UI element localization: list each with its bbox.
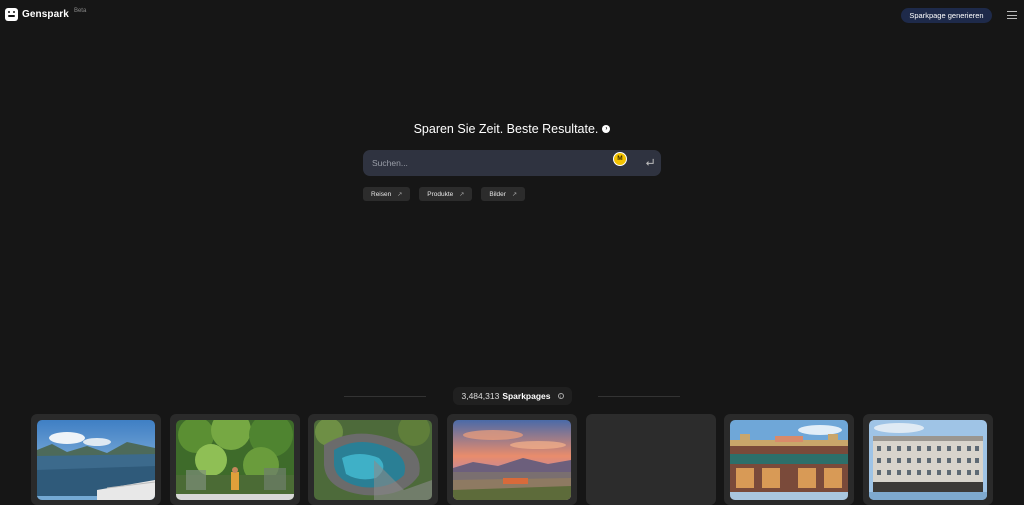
lake-mountains-image [37,420,155,500]
blue-cenote-image [314,420,432,500]
arrow-up-right-icon: ↗ [459,191,465,198]
arrow-right-circle-icon[interactable]: › [602,125,611,133]
suggestion-chips: Reisen ↗ Produkte ↗ Bilder ↗ [363,187,525,201]
counter-label: Sparkpages [502,391,551,401]
generate-sparkpage-button[interactable]: Sparkpage generieren [901,8,992,23]
arrow-up-right-icon: ↗ [511,191,517,198]
sparkpage-card[interactable] [447,414,577,505]
search-box: M [363,150,661,176]
divider-right [598,396,680,397]
chip-produkte[interactable]: Produkte ↗ [419,187,473,201]
grand-hotel-image [869,420,987,500]
sparkpage-card-loading[interactable] [586,414,716,505]
chip-label: Reisen [371,190,392,198]
jungle-temple-image [176,420,294,500]
tagline-text: Sparen Sie Zeit. Beste Resultate. [413,122,599,136]
chip-label: Produkte [427,190,454,198]
sparkpage-card[interactable] [724,414,854,505]
counter-value: 3,484,313 [461,391,500,401]
sparkpage-card[interactable] [170,414,300,505]
ornate-building-image [730,420,848,500]
chip-label: Bilder [489,190,506,198]
sunset-city-image [453,420,571,500]
chip-bilder[interactable]: Bilder ↗ [481,187,525,201]
info-icon[interactable]: i [557,393,564,399]
sparkpage-card[interactable] [863,414,993,505]
genspark-logo-icon [5,8,18,21]
top-bar: Genspark Beta Sparkpage generieren [0,0,1024,30]
hero-tagline: Sparen Sie Zeit. Beste Resultate. › [0,122,1024,136]
sparkpage-card[interactable] [308,414,438,505]
user-avatar[interactable]: M [613,152,627,166]
chip-reisen[interactable]: Reisen ↗ [363,187,411,201]
arrow-up-right-icon: ↗ [397,191,403,198]
sparkpage-counter: 3,484,313 Sparkpages i [453,387,572,405]
enter-icon[interactable] [644,157,655,168]
beta-badge: Beta [73,7,87,14]
sparkpage-card[interactable] [31,414,161,505]
divider-left [344,396,426,397]
brand-name: Genspark [22,9,69,20]
search-input[interactable] [372,157,602,169]
logo[interactable]: Genspark Beta [5,8,86,21]
hamburger-menu-icon[interactable] [1007,11,1017,19]
